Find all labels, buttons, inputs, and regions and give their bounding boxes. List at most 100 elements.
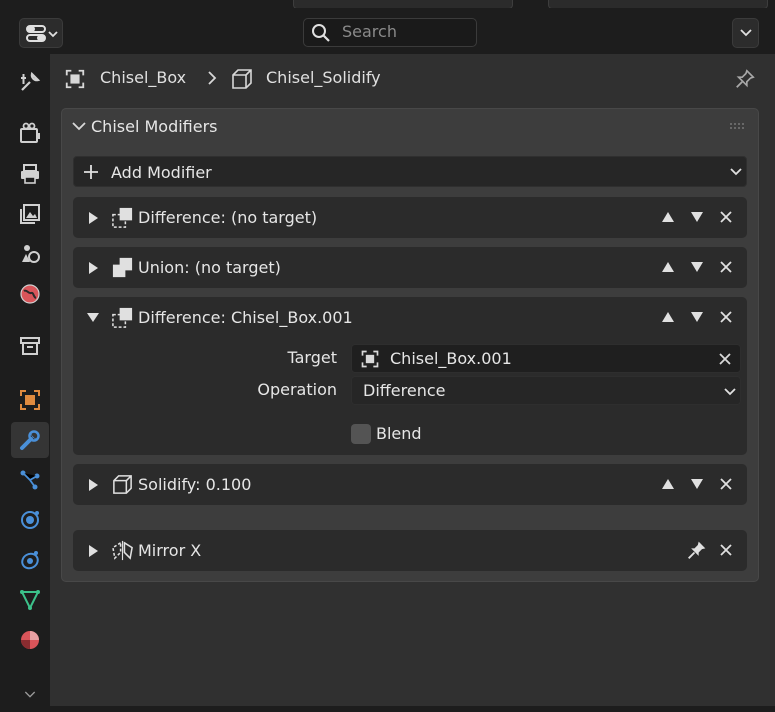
output-icon — [21, 164, 39, 184]
modifier-union-no-target: Union: (no target) — [73, 247, 747, 288]
mirror-icon — [112, 540, 133, 561]
tab-collection[interactable] — [11, 328, 49, 364]
modifier-label[interactable]: Difference: (no target) — [138, 208, 317, 227]
move-down-button[interactable] — [687, 307, 707, 327]
modifier-label[interactable]: Union: (no target) — [138, 258, 281, 277]
solidify-modifier-icon — [230, 67, 254, 91]
remove-modifier-button[interactable] — [716, 307, 736, 327]
modifier-label[interactable]: Mirror X — [138, 541, 201, 560]
modifier-label[interactable]: Difference: Chisel_Box.001 — [138, 308, 353, 327]
move-down-button[interactable] — [687, 257, 707, 277]
tab-world[interactable] — [11, 276, 49, 312]
remove-modifier-button[interactable] — [716, 207, 736, 227]
tab-constraints[interactable] — [11, 542, 49, 578]
tab-output[interactable] — [11, 156, 49, 192]
tab-object[interactable] — [11, 382, 49, 418]
move-up-button[interactable] — [658, 257, 678, 277]
tool-icon — [21, 71, 41, 91]
triangle-up-icon — [662, 312, 674, 322]
move-down-button[interactable] — [687, 474, 707, 494]
move-up-button[interactable] — [658, 207, 678, 227]
object-icon — [361, 350, 379, 368]
close-icon — [720, 478, 732, 490]
target-value: Chisel_Box.001 — [390, 349, 512, 368]
modifier-mirror-x: Mirror X — [73, 530, 747, 571]
modifier-solidify: Solidify: 0.100 — [73, 464, 747, 505]
pin-icon[interactable] — [734, 68, 756, 90]
tab-tool[interactable] — [11, 64, 49, 100]
close-icon — [720, 544, 732, 556]
breadcrumb-modifier[interactable]: Chisel_Solidify — [266, 68, 381, 87]
close-icon — [720, 211, 732, 223]
object-icon — [20, 390, 40, 410]
tab-scene[interactable] — [11, 236, 49, 272]
triangle-down-icon — [691, 212, 703, 222]
breadcrumb-object[interactable]: Chisel_Box — [100, 68, 186, 87]
expand-arrow-icon[interactable] — [87, 261, 99, 275]
operation-dropdown[interactable]: Difference — [351, 376, 741, 405]
triangle-up-icon — [662, 479, 674, 489]
pin-icon — [688, 541, 706, 559]
chevron-down-icon — [24, 691, 36, 698]
options-dropdown-button[interactable] — [732, 18, 759, 48]
close-icon — [720, 311, 732, 323]
pin-modifier-button[interactable] — [686, 539, 708, 561]
add-modifier-button[interactable]: Add Modifier — [73, 156, 747, 187]
tab-material[interactable] — [11, 622, 49, 658]
move-up-button[interactable] — [658, 474, 678, 494]
remove-modifier-button[interactable] — [716, 474, 736, 494]
triangle-down-icon — [691, 479, 703, 489]
remove-modifier-button[interactable] — [716, 257, 736, 277]
collection-icon — [20, 337, 40, 355]
drag-grip-icon[interactable] — [729, 122, 747, 130]
difference-icon — [112, 307, 133, 328]
modifier-label[interactable]: Solidify: 0.100 — [138, 475, 251, 494]
move-down-button[interactable] — [687, 207, 707, 227]
view-layer-icon — [20, 204, 40, 224]
editor-type-button[interactable] — [19, 18, 63, 48]
chevron-down-icon — [740, 29, 752, 37]
target-label: Target — [287, 348, 338, 367]
scene-icon — [22, 245, 40, 263]
triangle-up-icon — [662, 262, 674, 272]
chevron-down-icon — [724, 388, 736, 396]
tab-scroll-down[interactable] — [11, 676, 49, 712]
expand-arrow-icon[interactable] — [87, 478, 99, 492]
target-field[interactable]: Chisel_Box.001 — [351, 344, 741, 373]
expand-arrow-icon[interactable] — [87, 211, 99, 225]
chevron-down-icon — [730, 168, 742, 176]
add-modifier-label: Add Modifier — [111, 163, 212, 182]
render-icon — [20, 122, 40, 143]
tab-modifiers[interactable] — [11, 422, 49, 458]
panel-title[interactable]: Chisel Modifiers — [91, 117, 218, 136]
chevron-down-icon[interactable] — [72, 120, 86, 132]
plus-icon — [84, 165, 98, 179]
modifier-difference-no-target: Difference: (no target) — [73, 197, 747, 238]
operation-value: Difference — [363, 381, 446, 400]
tab-data[interactable] — [11, 582, 49, 618]
search-icon — [312, 24, 330, 42]
expand-arrow-icon[interactable] — [87, 544, 99, 558]
particles-icon — [20, 470, 40, 490]
world-icon — [20, 284, 40, 304]
close-icon — [720, 261, 732, 273]
object-icon — [64, 68, 86, 90]
tab-physics[interactable] — [11, 502, 49, 538]
move-up-button[interactable] — [658, 307, 678, 327]
remove-modifier-button[interactable] — [716, 540, 736, 560]
blend-checkbox[interactable] — [351, 424, 371, 444]
blend-label[interactable]: Blend — [376, 424, 422, 443]
properties-tabs-sidebar — [4, 56, 49, 706]
mesh-data-icon — [20, 590, 40, 611]
triangle-down-icon — [691, 262, 703, 272]
tab-render[interactable] — [11, 116, 49, 152]
breadcrumb-separator-icon — [205, 70, 219, 86]
solidify-icon — [113, 475, 132, 494]
collapse-arrow-icon[interactable] — [86, 311, 100, 323]
constraints-icon — [21, 551, 39, 570]
tab-view-layer[interactable] — [11, 196, 49, 232]
material-icon — [21, 631, 39, 649]
wrench-icon — [20, 430, 40, 450]
tab-particles[interactable] — [11, 462, 49, 498]
clear-icon[interactable] — [718, 352, 732, 366]
